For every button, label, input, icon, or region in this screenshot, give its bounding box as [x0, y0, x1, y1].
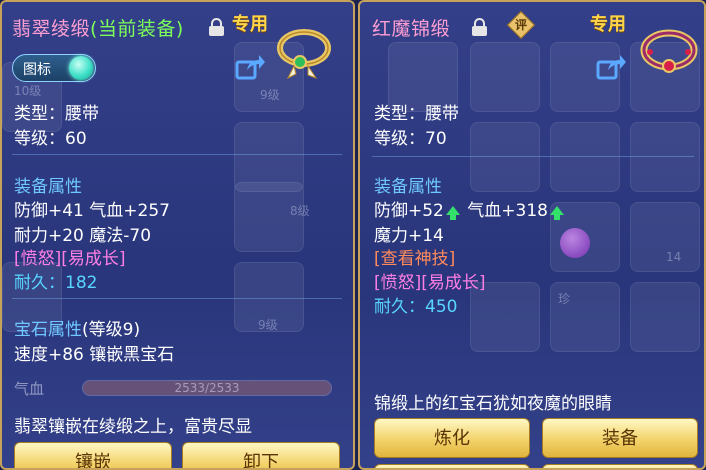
compare-equipment-panel: 14 珍 红魔锦缎 评 专用 类型：腰带 等级：70 装备属性 防御+52 气血…	[358, 0, 706, 470]
current-equipment-panel: 10级 9级 8级 9级 翡翠绫缎(当前装备) 专用 图标 类型：腰带 等级：6…	[0, 0, 355, 470]
bg-slot	[630, 122, 700, 192]
hp-bar-row: 气血 2533/2533	[12, 378, 346, 398]
extra-button-partial[interactable]	[374, 464, 530, 468]
bg-slot	[470, 122, 540, 192]
equipped-status: (当前装备)	[90, 18, 184, 40]
durability: 耐久：182	[14, 273, 98, 293]
belt-icon	[274, 24, 336, 80]
item-level: 等级：70	[374, 129, 447, 149]
seal-icon[interactable]: 评	[506, 10, 536, 40]
defense-stat: 防御+52	[374, 201, 444, 221]
item-description: 锦缎上的红宝石犹如夜魔的眼睛	[374, 394, 612, 414]
bg-slot	[234, 122, 304, 192]
gem-attributes-row: 宝石属性(等级9)	[14, 315, 140, 340]
bg-slot	[234, 262, 304, 332]
unequip-button[interactable]: 卸下	[182, 442, 340, 468]
bg-level-tag: 9级	[260, 88, 280, 102]
bg-slot	[630, 282, 700, 352]
special-effects: [愤怒][易成长]	[374, 273, 486, 293]
item-name: 红魔锦缎	[372, 18, 451, 40]
stat-line: 防御+41 气血+257	[14, 201, 170, 221]
lock-icon[interactable]	[209, 18, 225, 36]
bg-level-tag: 8级	[290, 204, 310, 218]
stat-line: 耐力+20 魔法-70	[14, 226, 152, 246]
hp-stat: 气血+318	[467, 201, 548, 221]
stat-line: 防御+52 气血+318	[374, 196, 566, 221]
item-type: 类型：腰带	[14, 104, 99, 124]
toggle-knob	[69, 56, 93, 80]
item-type: 类型：腰带	[374, 104, 459, 124]
toggle-label: 图标	[23, 62, 51, 78]
share-icon[interactable]	[596, 54, 626, 80]
view-divine-skill-link[interactable]: [查看神技]	[374, 244, 455, 269]
refine-button[interactable]: 炼化	[374, 418, 530, 458]
share-icon[interactable]	[235, 54, 265, 80]
equip-button[interactable]: 装备	[542, 418, 698, 458]
gem-stat-line: 速度+86 镶嵌黑宝石	[14, 345, 175, 365]
divider	[12, 298, 342, 299]
inlay-button[interactable]: 镶嵌	[14, 442, 172, 468]
gem-level: (等级9)	[82, 320, 141, 340]
bg-rare-tag: 珍	[558, 292, 571, 306]
bg-gem-orb	[560, 228, 590, 258]
equip-attributes-header: 装备属性	[14, 177, 82, 197]
seal-char: 评	[514, 18, 527, 32]
bg-slot	[470, 42, 540, 112]
hp-value: 2533/2533	[174, 381, 240, 395]
item-description: 翡翠镶嵌在绫缎之上，富贵尽显	[14, 417, 252, 437]
divider	[12, 154, 342, 155]
stat-line: 魔力+14	[374, 226, 444, 246]
extra-button-partial[interactable]	[542, 464, 698, 468]
item-level: 等级：60	[14, 129, 87, 149]
bg-level-tag: 10级	[14, 84, 42, 98]
durability: 耐久：450	[374, 297, 458, 317]
up-arrow-icon	[445, 205, 460, 220]
bg-level-tag: 14	[666, 250, 682, 264]
bg-slot	[630, 202, 700, 272]
hp-label: 气血	[14, 380, 45, 398]
bg-slot	[234, 182, 304, 252]
special-effects: [愤怒][易成长]	[14, 249, 126, 269]
icon-toggle[interactable]: 图标	[12, 54, 96, 82]
belt-icon	[638, 22, 700, 78]
lock-icon[interactable]	[472, 18, 488, 36]
divider	[372, 156, 694, 157]
exclusive-tag: 专用	[590, 14, 626, 35]
bg-slot	[550, 122, 620, 192]
equip-attributes-header: 装备属性	[374, 177, 442, 197]
gem-attributes-header: 宝石属性	[14, 320, 82, 340]
up-arrow-icon	[550, 205, 564, 220]
exclusive-tag: 专用	[232, 14, 268, 35]
item-title: 翡翠绫缎(当前装备)	[12, 14, 184, 41]
hp-bar: 2533/2533	[82, 380, 332, 396]
bg-level-tag: 9级	[258, 318, 278, 332]
item-name: 翡翠绫缎	[12, 18, 91, 40]
bg-slot	[550, 282, 620, 352]
